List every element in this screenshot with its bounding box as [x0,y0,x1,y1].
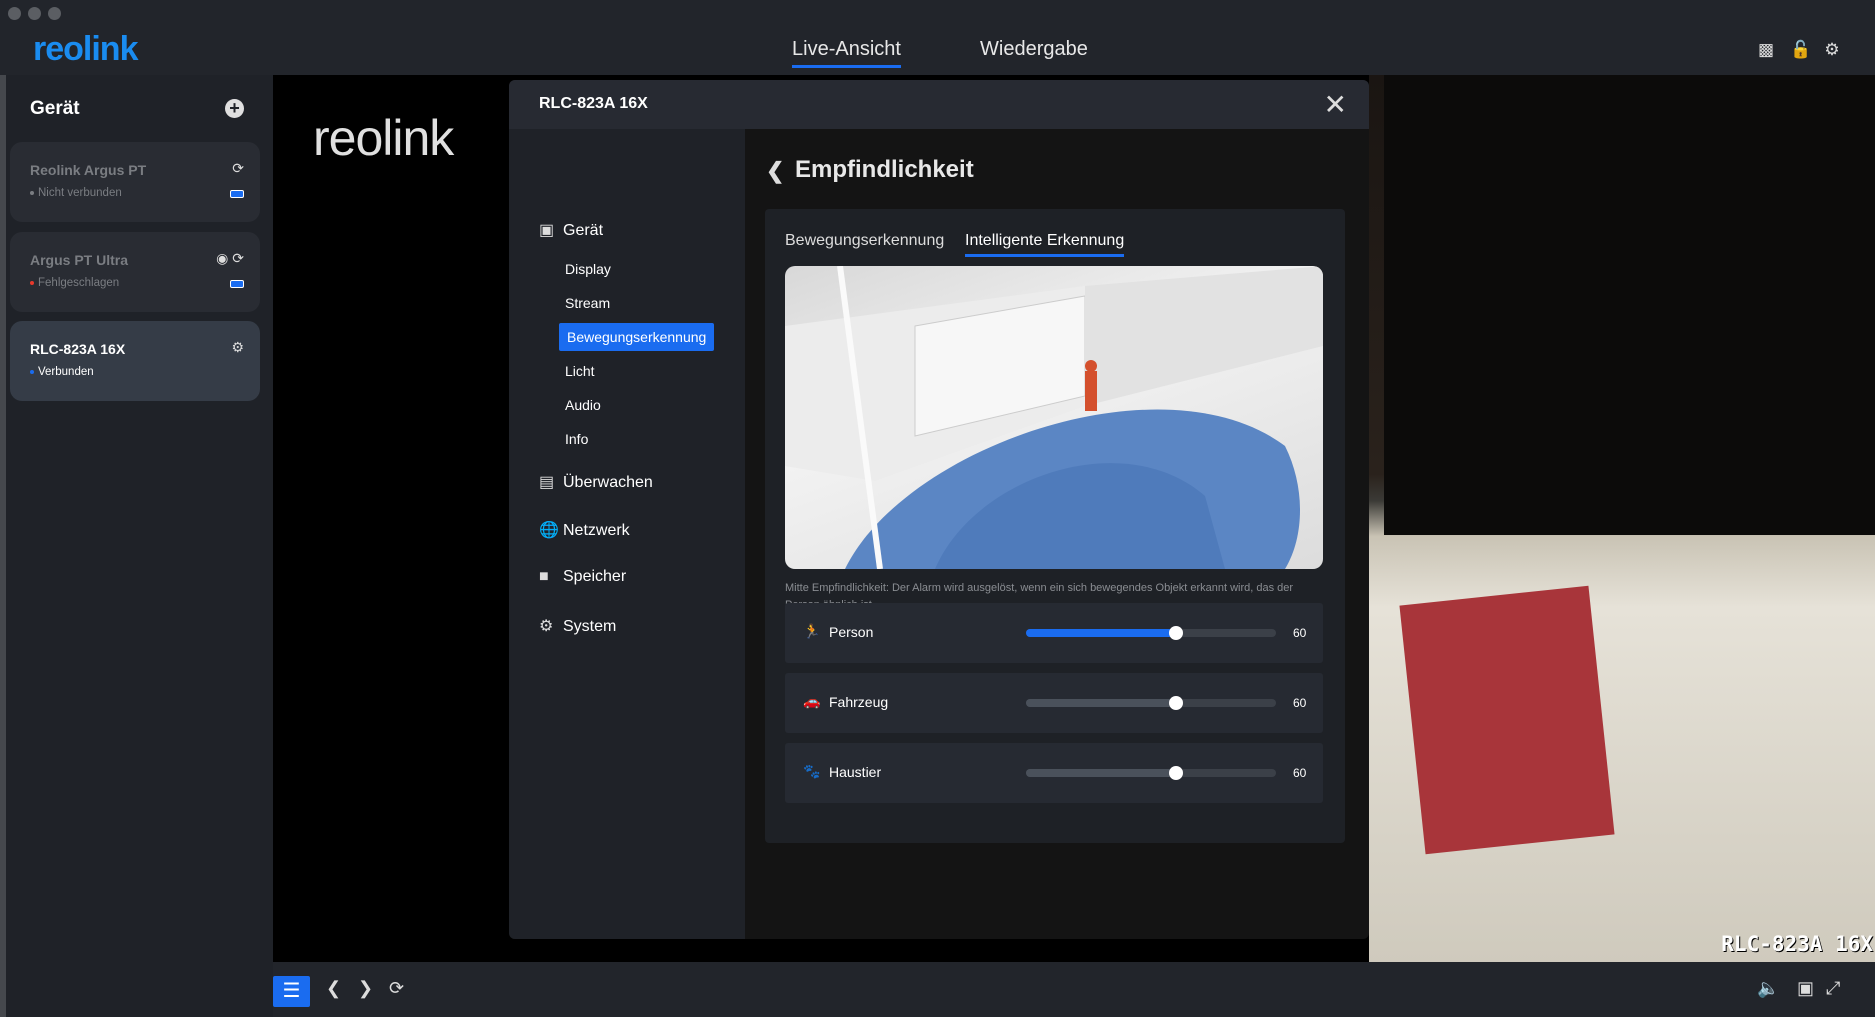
slider-knob[interactable] [1169,696,1183,710]
back-chevron-icon[interactable]: ❮ [766,158,784,184]
device-name: RLC-823A 16X [30,341,126,357]
tab-bewegungserkennung[interactable]: Bewegungserkennung [785,232,944,250]
camera-feed-tv [1384,75,1875,535]
title-bar: reolink Live-Ansicht Wiedergabe ▩ 🔓 ⚙ [0,0,1875,75]
tab-live-ansicht[interactable]: Live-Ansicht [792,38,901,68]
device-card-reolink-argus-pt[interactable]: Reolink Argus PT Nicht verbunden ⟳ [10,142,260,222]
monitor-icon: ▤ [539,474,555,491]
battery-icon [230,280,244,288]
window-minimize-button[interactable] [28,7,41,20]
vehicle-sensitivity-slider[interactable] [1026,696,1276,710]
nav-label: Speicher [563,568,627,585]
slider-label: Person [829,624,874,640]
device-name: Argus PT Ultra [30,252,129,268]
device-status: Verbunden [30,366,94,378]
nav-label: Gerät [563,222,604,239]
gear-icon[interactable]: ⚙ [1822,40,1842,60]
dialog-header: RLC-823A 16X ✕ [509,80,1369,129]
device-name: Reolink Argus PT [30,162,147,178]
globe-icon: 🌐 [539,522,559,539]
volume-icon[interactable]: 🔈 [1757,978,1779,999]
nav-licht[interactable]: Licht [565,363,595,379]
running-person-icon: 🏃 [803,623,821,639]
nav-info[interactable]: Info [565,431,588,447]
chat-icon[interactable]: ▩ [1756,40,1776,60]
storage-icon: ■ [539,568,549,585]
slider-value: 60 [1293,696,1307,710]
unlock-icon[interactable]: 🔓 [1790,40,1811,60]
paw-icon: 🐾 [803,763,821,779]
camera-feed-boxes [1399,585,1615,855]
window-close-button[interactable] [8,7,21,20]
nav-stream[interactable]: Stream [565,295,610,311]
fullscreen-icon[interactable]: ⤢ [1826,978,1840,999]
window-zoom-button[interactable] [48,7,61,20]
nav-label: Netzwerk [563,522,630,539]
slider-label: Fahrzeug [829,694,889,710]
detection-illustration [785,266,1323,569]
camera-icon: ▣ [539,222,555,239]
nav-system[interactable]: ⚙ System [539,616,616,636]
slider-value: 60 [1293,626,1307,640]
close-icon[interactable]: ✕ [1324,88,1347,121]
nav-display[interactable]: Display [565,261,611,277]
device-status: Fehlgeschlagen [30,277,119,289]
device-status-text: Nicht verbunden [38,187,122,199]
pet-sensitivity-slider[interactable] [1026,766,1276,780]
wifi-refresh-icons[interactable]: ◉ ⟳ [216,250,244,267]
aspect-ratio-icon[interactable]: ▣ [1797,978,1814,999]
nav-netzwerk[interactable]: 🌐 Netzwerk [539,520,630,540]
nav-label: Überwachen [563,474,653,491]
person-sensitivity-slider[interactable] [1026,626,1276,640]
slider-label: Haustier [829,764,882,780]
nav-audio[interactable]: Audio [565,397,601,413]
refresh-icon[interactable]: ⟳ [232,160,244,177]
video-watermark-logo: reolink [313,110,454,166]
refresh-icon[interactable]: ⟳ [389,978,404,999]
sidebar-title: Gerät [30,98,80,119]
slider-knob[interactable] [1169,626,1183,640]
slider-value: 60 [1293,766,1307,780]
slider-row-fahrzeug: 🚗 Fahrzeug 60 [785,673,1323,733]
device-card-rlc-823a[interactable]: RLC-823A 16X Verbunden ⚙ [10,321,260,401]
device-status: Nicht verbunden [30,187,122,199]
tab-wiedergabe[interactable]: Wiedergabe [980,38,1088,61]
gear-icon: ⚙ [539,618,554,635]
sensitivity-panel: Bewegungserkennung Intelligente Erkennun… [765,209,1345,843]
nav-geraet[interactable]: ▣ Gerät [539,220,603,240]
settings-dialog: RLC-823A 16X ✕ ▣ Gerät Display Stream Bew… [509,80,1369,939]
nav-bewegungserkennung[interactable]: Bewegungserkennung [559,323,715,351]
device-card-argus-pt-ultra[interactable]: Argus PT Ultra Fehlgeschlagen ◉ ⟳ [10,232,260,312]
layout-list-button[interactable]: ☰ [273,976,310,1007]
next-icon[interactable]: ❯ [358,978,373,999]
nav-label: System [563,618,617,635]
device-status-text: Fehlgeschlagen [38,277,120,289]
camera-osd-label: RLC-823A 16X [1721,932,1873,956]
battery-icon [230,190,244,198]
reolink-logo: reolink [33,30,138,68]
slider-knob[interactable] [1169,766,1183,780]
previous-icon[interactable]: ❮ [326,978,341,999]
add-device-button[interactable]: + [225,99,244,118]
slider-row-haustier: 🐾 Haustier 60 [785,743,1323,803]
slider-row-person: 🏃 Person 60 [785,603,1323,663]
gear-icon[interactable]: ⚙ [231,339,244,356]
car-icon: 🚗 [803,693,821,709]
tab-intelligente-erkennung[interactable]: Intelligente Erkennung [965,232,1125,257]
device-status-text: Verbunden [38,366,94,378]
dialog-title: RLC-823A 16X [539,95,648,112]
page-title: Empfindlichkeit [795,156,974,183]
nav-speicher[interactable]: ■ Speicher [539,568,626,586]
nav-ueberwachen[interactable]: ▤ Überwachen [539,472,653,492]
bottom-toolbar: ☰ ❮ ❯ ⟳ 🔈 ▣ ⤢ [273,962,1875,1017]
